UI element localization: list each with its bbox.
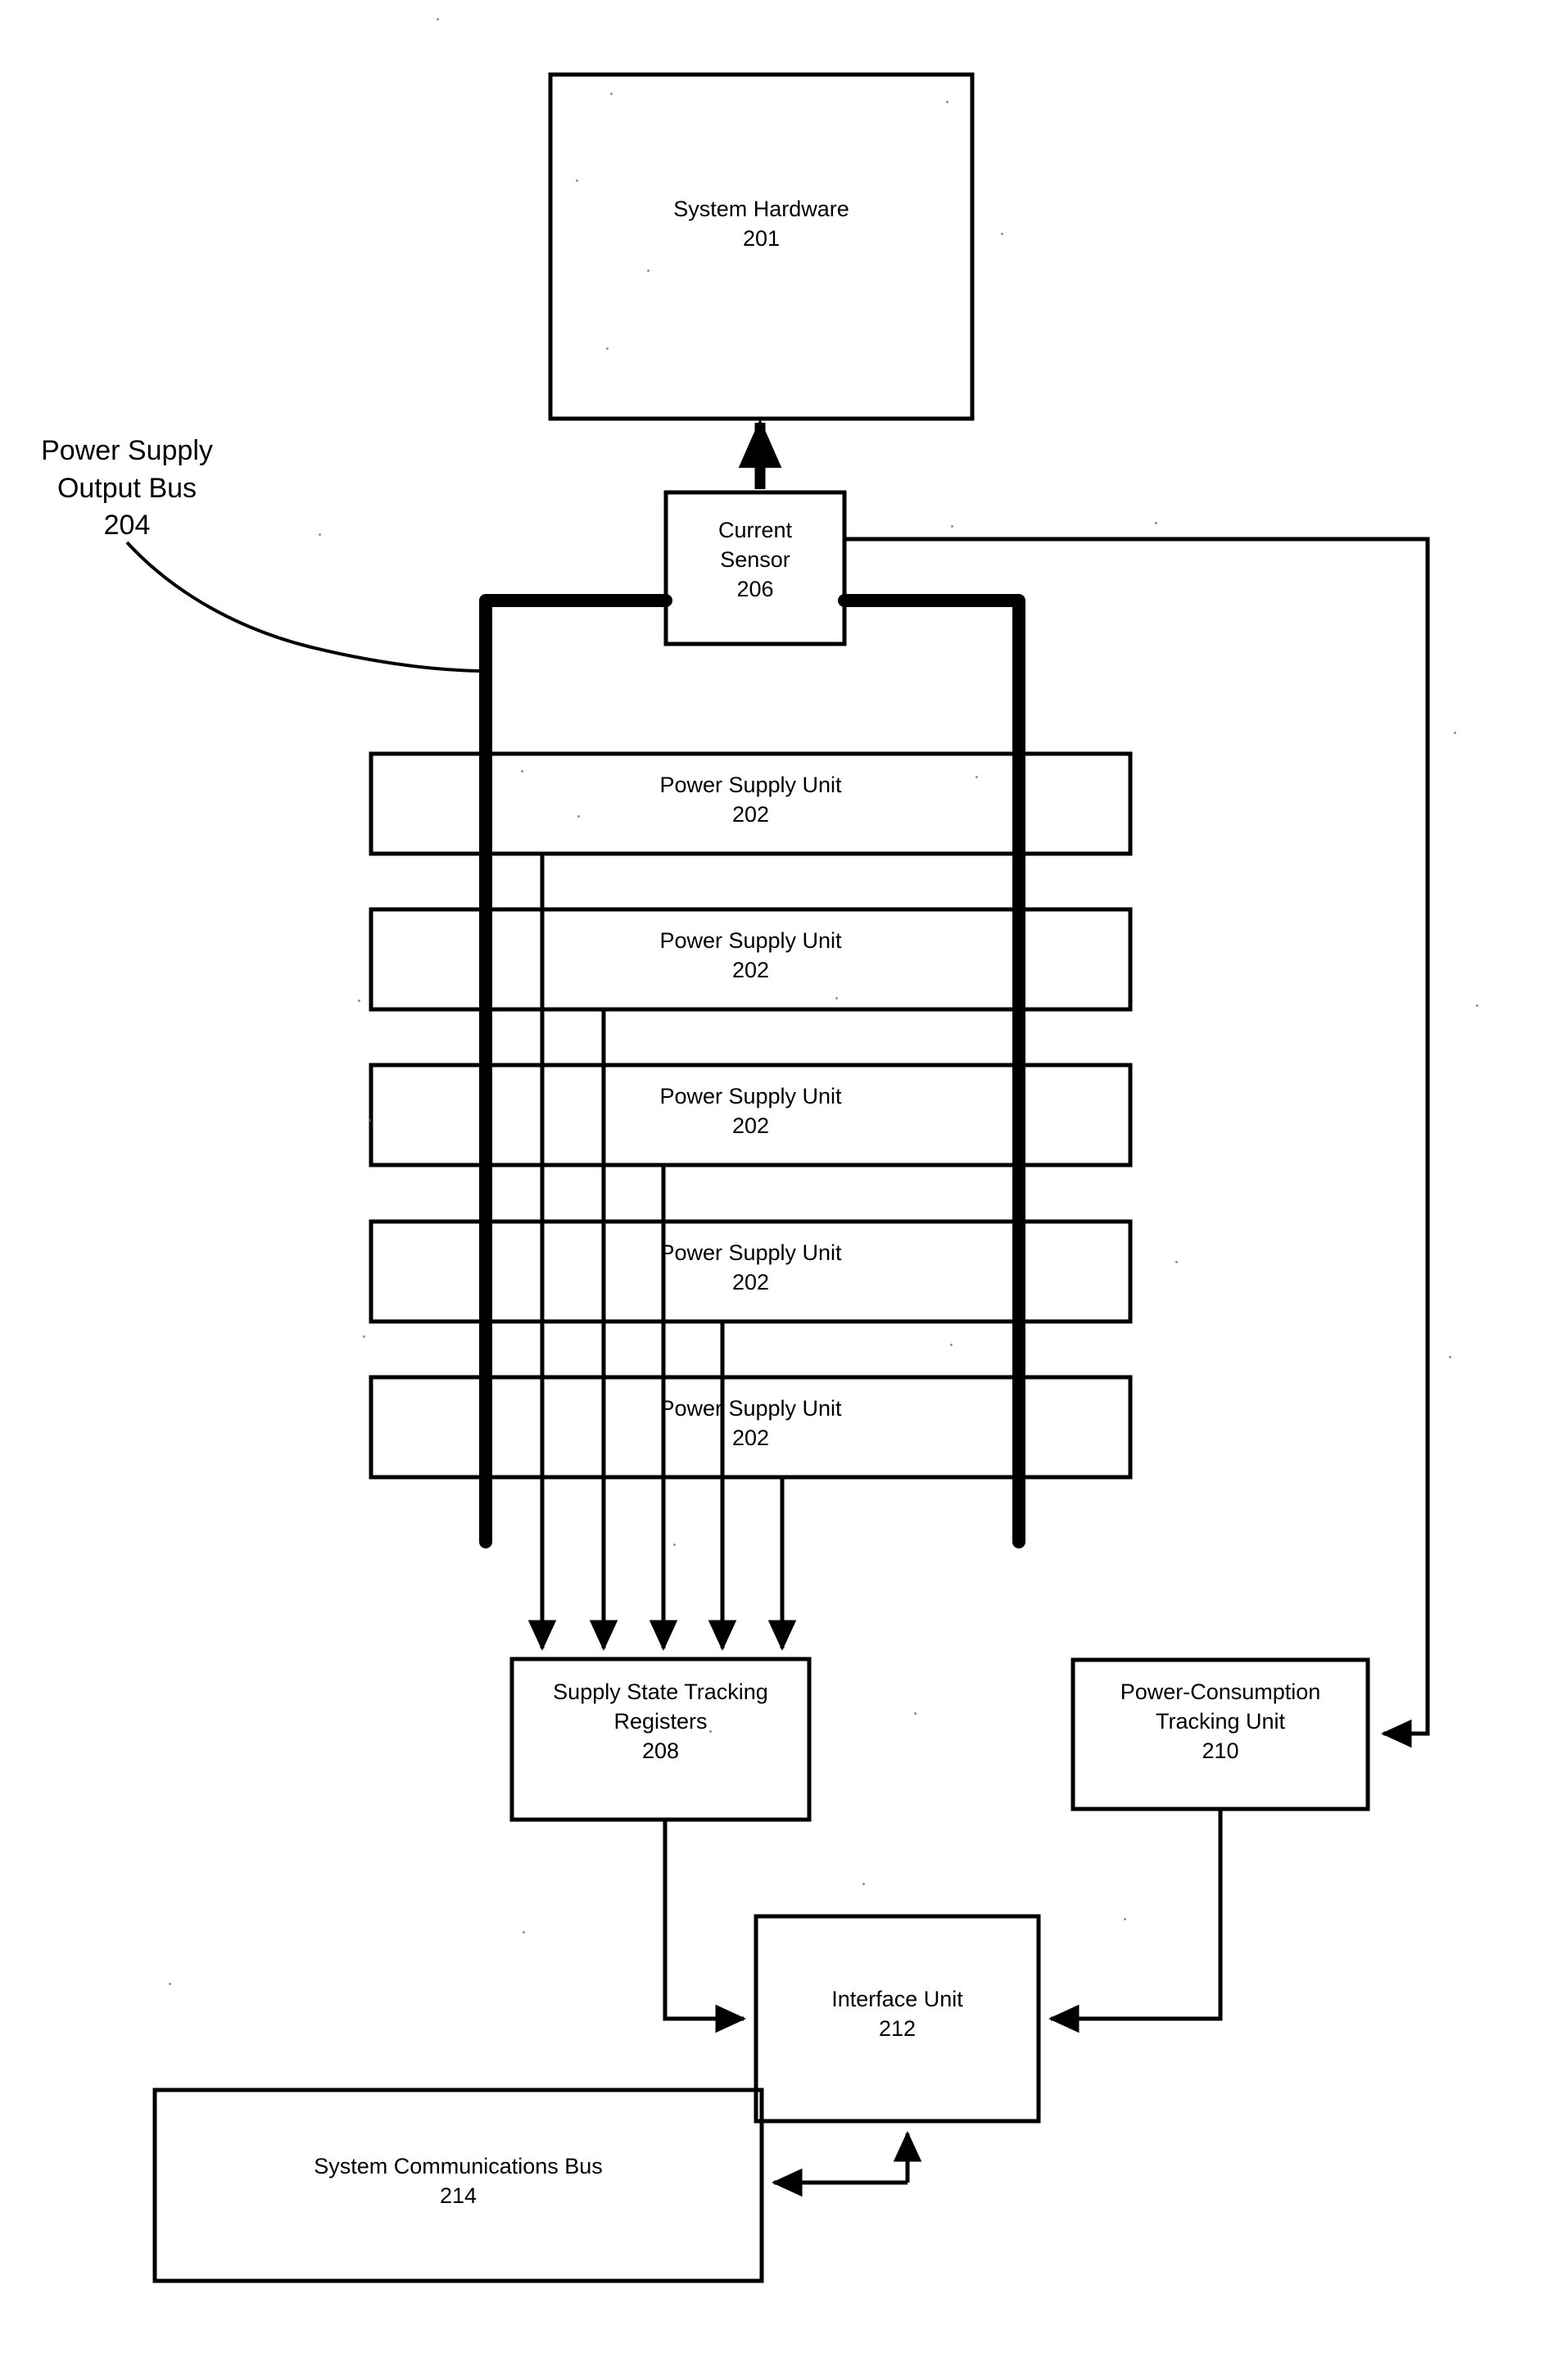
scan-speck xyxy=(835,997,838,1000)
scan-speck xyxy=(169,1983,171,1985)
diagram-canvas xyxy=(125,72,1430,2283)
scan-speck xyxy=(862,1883,865,1885)
scan-speck xyxy=(1155,522,1157,524)
block-supply-state-tracking-registers xyxy=(509,1657,812,1822)
block-system-hardware xyxy=(548,72,975,421)
scan-speck xyxy=(1476,1004,1478,1007)
scan-speck xyxy=(1175,1261,1178,1263)
block-interface-unit xyxy=(754,1914,1041,2124)
scan-speck xyxy=(319,533,321,536)
scan-speck xyxy=(1449,1356,1451,1358)
block-system-communications-bus xyxy=(152,2088,764,2283)
scan-speck xyxy=(975,776,978,778)
registers-to-interface-link xyxy=(663,1820,747,2033)
pctu-to-interface-link xyxy=(1048,1809,1223,2033)
scan-speck xyxy=(363,1335,365,1338)
block-power-consumption-tracking-unit xyxy=(1070,1657,1370,1811)
scan-speck xyxy=(358,1000,360,1002)
scan-speck xyxy=(523,1931,525,1933)
scan-speck xyxy=(606,347,609,350)
scan-speck xyxy=(369,1119,371,1122)
scan-speck xyxy=(709,1730,712,1733)
scan-speck xyxy=(951,525,953,528)
sensor-to-pctu-link xyxy=(844,537,1430,1748)
block-current-sensor xyxy=(663,490,847,646)
scan-speck xyxy=(1454,732,1456,734)
bus-right-conductor xyxy=(838,594,1025,1548)
scan-speck xyxy=(437,18,439,20)
scan-speck xyxy=(1001,233,1003,235)
scan-speck xyxy=(950,1344,953,1346)
power-supply-output-bus-conductors xyxy=(479,594,1025,1548)
interface-to-sysbus-link xyxy=(771,2130,922,2197)
scan-speck xyxy=(914,1712,917,1715)
scan-speck xyxy=(673,1544,676,1546)
scan-speck xyxy=(946,101,948,103)
scan-speck xyxy=(610,93,613,95)
patent-figure-page: Power Supply Output Bus 204 System Hardw… xyxy=(0,0,1548,2380)
callout-leader-204 xyxy=(125,541,481,673)
scan-speck xyxy=(576,179,578,182)
scan-speck xyxy=(647,270,650,272)
psu-state-drop-lines xyxy=(527,854,797,1652)
scan-speck xyxy=(1124,1918,1126,1920)
bus-left-conductor xyxy=(479,594,672,1548)
scan-speck xyxy=(577,815,580,818)
scan-speck xyxy=(521,770,523,773)
callout-power-supply-output-bus: Power Supply Output Bus 204 xyxy=(41,435,213,542)
